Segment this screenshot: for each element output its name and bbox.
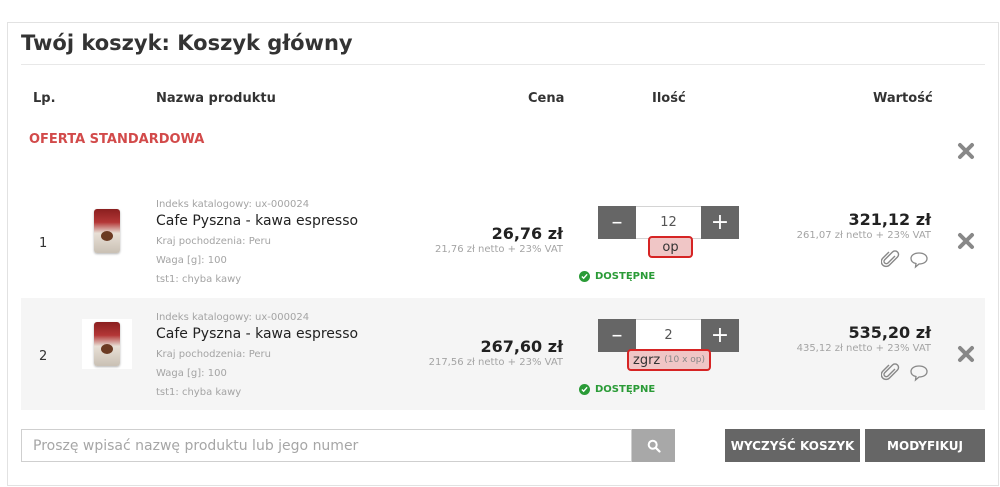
column-header-value: Wartość: [873, 91, 933, 106]
unit-label: zgrz: [633, 352, 661, 368]
increase-quantity-button[interactable]: +: [701, 319, 739, 352]
row-actions: [881, 250, 929, 270]
line-total: 535,20 zł 435,12 zł netto + 23% VAT: [797, 323, 931, 355]
remove-item-button[interactable]: [955, 230, 977, 252]
column-header-price: Cena: [528, 91, 565, 106]
product-search-input[interactable]: [21, 429, 632, 462]
price-gross: 267,60 zł: [480, 337, 563, 356]
close-x-icon: [958, 233, 974, 249]
product-info: Indeks katalogowy: ux-000024 Cafe Pyszna…: [156, 198, 396, 289]
check-circle-icon: [579, 384, 590, 395]
column-header-lp: Lp.: [33, 91, 56, 106]
value-net: 435,12 zł netto + 23% VAT: [796, 343, 931, 354]
magnifier-icon: [647, 439, 661, 453]
decrease-quantity-button[interactable]: –: [598, 319, 636, 352]
unit-price: 267,60 zł 217,56 zł netto + 23% VAT: [429, 337, 563, 369]
column-header-qty: Ilość: [652, 91, 686, 106]
cart-row: 2 Indeks katalogowy: ux-000024 Cafe Pysz…: [21, 298, 985, 410]
availability-label: DOSTĘPNE: [595, 384, 656, 395]
product-extra: tst1: chyba kawy: [156, 387, 242, 398]
quantity-stepper: – +: [598, 206, 739, 239]
page-title: Twój koszyk: Koszyk główny: [21, 31, 353, 55]
speech-bubble-icon[interactable]: [909, 250, 929, 270]
title-divider: [21, 64, 985, 65]
product-origin: Kraj pochodzenia: Peru: [156, 236, 271, 247]
price-net: 21,76 zł netto + 23% VAT: [434, 244, 563, 255]
unit-selector[interactable]: zgrz (10 x op): [627, 349, 711, 371]
increase-quantity-button[interactable]: +: [701, 206, 739, 239]
value-net: 261,07 zł netto + 23% VAT: [796, 230, 931, 241]
product-weight: Waga [g]: 100: [156, 368, 227, 379]
price-net: 217,56 zł netto + 23% VAT: [428, 357, 563, 368]
product-info: Indeks katalogowy: ux-000024 Cafe Pyszna…: [156, 311, 396, 402]
availability-label: DOSTĘPNE: [595, 271, 656, 282]
unit-selector[interactable]: op: [648, 236, 693, 258]
row-number: 1: [39, 236, 48, 251]
decrease-quantity-button[interactable]: –: [598, 206, 636, 239]
row-actions: [881, 363, 929, 383]
offer-label: OFERTA STANDARDOWA: [29, 132, 205, 147]
column-header-name: Nazwa produktu: [156, 91, 276, 106]
product-index: Indeks katalogowy: ux-000024: [156, 312, 310, 323]
paperclip-icon[interactable]: [881, 250, 901, 270]
quantity-stepper: – +: [598, 319, 739, 352]
availability-status: DOSTĘPNE: [579, 384, 655, 395]
product-name[interactable]: Cafe Pyszna - kawa espresso: [156, 324, 396, 344]
product-extra: tst1: chyba kawy: [156, 274, 242, 285]
clear-cart-button[interactable]: WYCZYŚĆ KOSZYK: [725, 429, 860, 462]
speech-bubble-icon[interactable]: [909, 363, 929, 383]
paperclip-icon[interactable]: [881, 363, 901, 383]
value-gross: 535,20 zł: [848, 323, 931, 342]
price-gross: 26,76 zł: [491, 224, 563, 243]
value-gross: 321,12 zł: [848, 210, 931, 229]
product-name[interactable]: Cafe Pyszna - kawa espresso: [156, 211, 396, 231]
product-thumbnail[interactable]: [82, 319, 132, 369]
unit-multiplier: (10 x op): [664, 355, 705, 365]
row-number: 2: [39, 349, 48, 364]
unit-price: 26,76 zł 21,76 zł netto + 23% VAT: [435, 224, 563, 256]
product-thumbnail[interactable]: [82, 206, 132, 256]
close-x-icon: [958, 143, 974, 159]
close-x-icon: [958, 346, 974, 362]
product-index: Indeks katalogowy: ux-000024: [156, 199, 310, 210]
unit-label: op: [662, 239, 679, 255]
cart-row: 1 Indeks katalogowy: ux-000024 Cafe Pysz…: [21, 185, 985, 297]
check-circle-icon: [579, 271, 590, 282]
remove-item-button[interactable]: [955, 343, 977, 365]
product-weight: Waga [g]: 100: [156, 255, 227, 266]
modify-button[interactable]: MODYFIKUJ: [865, 429, 985, 462]
product-origin: Kraj pochodzenia: Peru: [156, 349, 271, 360]
quantity-input[interactable]: [636, 319, 701, 352]
quantity-input[interactable]: [636, 206, 701, 239]
search-button[interactable]: [632, 429, 675, 462]
line-total: 321,12 zł 261,07 zł netto + 23% VAT: [797, 210, 931, 242]
remove-offer-button[interactable]: [955, 140, 977, 162]
availability-status: DOSTĘPNE: [579, 271, 655, 282]
